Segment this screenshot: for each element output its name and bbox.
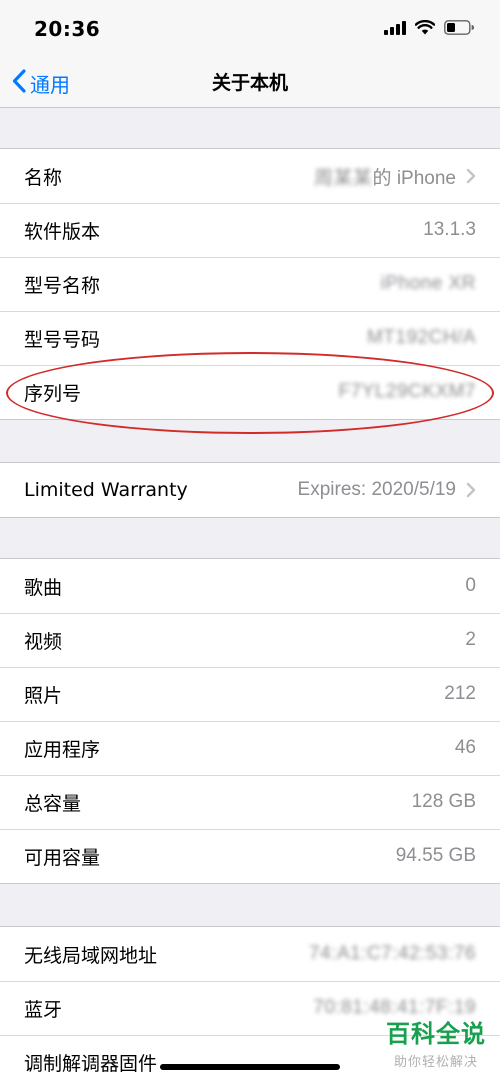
- row-value: Expires: 2020/5/19: [297, 479, 456, 500]
- row-value: 周某某的 iPhone: [314, 167, 456, 189]
- row-applications: 应用程序 46: [0, 721, 500, 775]
- status-icons: [384, 20, 474, 35]
- row-label: 照片: [24, 684, 63, 707]
- row-value: 2: [465, 629, 476, 650]
- chevron-right-icon: [466, 168, 476, 184]
- row-available: 可用容量 94.55 GB: [0, 829, 500, 883]
- row-software-version: 软件版本 13.1.3: [0, 203, 500, 257]
- row-serial-number: 序列号 F7YL29CKXM7: [0, 365, 500, 419]
- media-storage-group: 歌曲 0 视频 2 照片 212 应用程序 46 总容量 128 GB 可用容量…: [0, 558, 500, 884]
- row-label: 名称: [24, 166, 63, 189]
- row-photos: 照片 212: [0, 667, 500, 721]
- row-value: 46: [454, 737, 476, 758]
- row-wifi-address: 无线局域网地址 74:A1:C7:42:53:76: [0, 927, 500, 981]
- row-label: 型号号码: [24, 328, 101, 351]
- row-songs: 歌曲 0: [0, 559, 500, 613]
- row-capacity: 总容量 128 GB: [0, 775, 500, 829]
- warranty-group: Limited Warranty Expires: 2020/5/19: [0, 462, 500, 518]
- about-phone-screen: 20:36 通用 关于本机 名称 周某某的 iPhone 软件版本 13.1.3…: [0, 0, 500, 1082]
- row-value: 13.1.3: [423, 219, 476, 240]
- row-limited-warranty[interactable]: Limited Warranty Expires: 2020/5/19: [0, 463, 500, 517]
- watermark-subtitle: 助你轻松解决: [393, 1055, 478, 1070]
- watermark-logo: 百科全说 助你轻松解决: [386, 1014, 486, 1070]
- row-value: iPhone XR: [380, 273, 476, 294]
- row-label: 歌曲: [24, 576, 63, 599]
- battery-icon: [444, 20, 474, 35]
- row-label: 总容量: [24, 792, 82, 815]
- status-bar: 20:36: [0, 0, 500, 58]
- row-label: 无线局域网地址: [24, 944, 158, 967]
- row-name[interactable]: 名称 周某某的 iPhone: [0, 149, 500, 203]
- row-value: F7YL29CKXM7: [338, 381, 476, 402]
- row-label: 型号名称: [24, 274, 101, 297]
- home-indicator[interactable]: [160, 1064, 340, 1070]
- watermark-title: 百科全说: [386, 1020, 486, 1048]
- row-value: 212: [444, 683, 476, 704]
- chevron-right-icon: [466, 482, 476, 498]
- row-label: 蓝牙: [24, 998, 63, 1021]
- page-title: 关于本机: [211, 72, 288, 94]
- row-value: 128 GB: [411, 791, 476, 812]
- row-label: 应用程序: [24, 738, 101, 761]
- row-label: Limited Warranty: [24, 479, 188, 501]
- cellular-signal-icon: [384, 20, 406, 35]
- device-info-group: 名称 周某某的 iPhone 软件版本 13.1.3 型号名称 iPhone X…: [0, 148, 500, 420]
- row-label: 软件版本: [24, 220, 101, 243]
- row-model-number: 型号号码 MT192CH/A: [0, 311, 500, 365]
- row-value: MT192CH/A: [366, 327, 476, 348]
- status-time: 20:36: [34, 17, 101, 41]
- wifi-icon: [415, 20, 435, 35]
- row-value: 74:A1:C7:42:53:76: [309, 943, 476, 964]
- row-label: 序列号: [24, 382, 82, 405]
- row-value: 94.55 GB: [395, 845, 476, 866]
- navigation-bar: 通用 关于本机: [0, 58, 500, 108]
- row-label: 调制解调器固件: [24, 1052, 158, 1075]
- row-label: 视频: [24, 630, 63, 653]
- row-model-name: 型号名称 iPhone XR: [0, 257, 500, 311]
- row-label: 可用容量: [24, 846, 101, 869]
- row-videos: 视频 2: [0, 613, 500, 667]
- row-value: 0: [465, 575, 476, 596]
